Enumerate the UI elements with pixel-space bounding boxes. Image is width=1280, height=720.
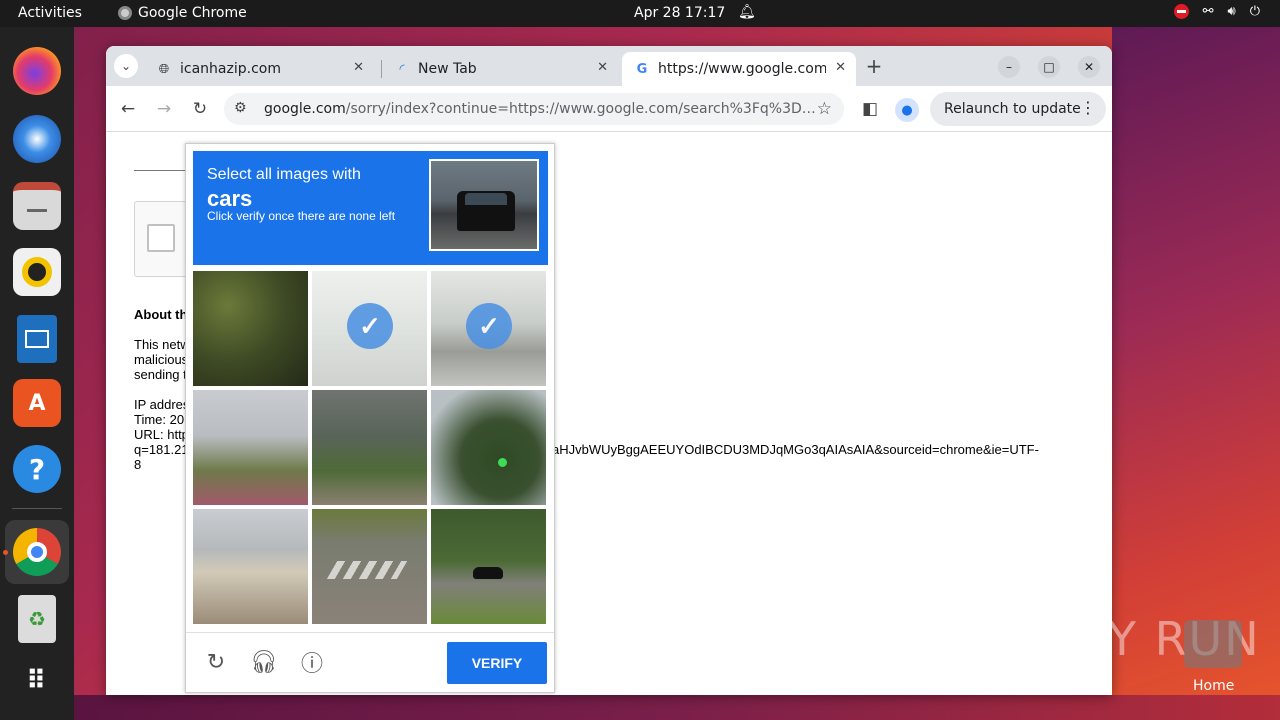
dock-separator bbox=[12, 508, 62, 509]
url-host: google.com bbox=[264, 101, 346, 117]
tile-1[interactable] bbox=[193, 271, 308, 386]
browser-toolbar: ← → ↻ ⚙ google.com /sorry/index?continue… bbox=[106, 86, 1112, 132]
app-grid-icon[interactable]: ⠿ bbox=[13, 657, 61, 705]
query-prefix: q=181.21 bbox=[134, 442, 189, 457]
activities-button[interactable]: Activities bbox=[18, 5, 82, 21]
close-window-button[interactable]: ✕ bbox=[1078, 56, 1100, 78]
tab-title: https://www.google.com bbox=[658, 61, 826, 77]
libreoffice-writer-icon[interactable] bbox=[17, 315, 57, 363]
tab-icanhazip[interactable]: 🌐︎ icanhazip.com ✕ bbox=[144, 52, 374, 86]
relaunch-button[interactable]: Relaunch to update ⋮ bbox=[930, 92, 1106, 126]
rhythmbox-icon[interactable] bbox=[13, 248, 61, 296]
maximize-button[interactable]: □ bbox=[1038, 56, 1060, 78]
tile-3[interactable]: ✓ bbox=[431, 271, 546, 386]
side-panel-icon[interactable]: ◧ bbox=[859, 98, 881, 120]
info-icon[interactable]: ⓘ bbox=[298, 648, 326, 676]
dock: A ? ♻ ⠿ bbox=[0, 27, 74, 720]
system-tray[interactable]: ⚯ 🔊︎ ⏻ bbox=[1173, 4, 1260, 19]
network-icon[interactable]: ⚯ bbox=[1203, 4, 1214, 19]
verify-button[interactable]: VERIFY bbox=[447, 642, 547, 684]
tile-2[interactable]: ✓ bbox=[312, 271, 427, 386]
tab-title: icanhazip.com bbox=[180, 61, 281, 77]
tab-strip: ⌄ 🌐︎ icanhazip.com ✕ ◜ New Tab ✕ G https… bbox=[106, 46, 1112, 86]
instruction-line: Select all images with bbox=[207, 166, 361, 183]
bell-icon[interactable]: 🔔︎ bbox=[738, 4, 756, 20]
tile-4[interactable] bbox=[193, 390, 308, 505]
app-menu[interactable]: Google Chrome bbox=[118, 5, 247, 21]
back-icon[interactable]: ← bbox=[117, 98, 139, 120]
about-heading: About th bbox=[134, 307, 188, 322]
chrome-small-icon bbox=[118, 6, 132, 20]
trash-icon[interactable]: ♻ bbox=[18, 595, 56, 643]
traffic-light bbox=[498, 458, 507, 467]
instruction-hint: Click verify once there are none left bbox=[207, 209, 396, 223]
more-menu-icon[interactable]: ⋮ bbox=[1080, 98, 1096, 117]
app-center-icon[interactable]: A bbox=[13, 379, 61, 427]
google-icon: G bbox=[636, 61, 648, 77]
minimize-button[interactable]: – bbox=[998, 56, 1020, 78]
chrome-icon[interactable] bbox=[13, 528, 61, 576]
volume-icon[interactable]: 🔊︎ bbox=[1228, 4, 1236, 19]
time-label: Time: 20 bbox=[134, 412, 185, 427]
close-tab-icon[interactable]: ✕ bbox=[835, 60, 846, 75]
firefox-icon[interactable] bbox=[13, 47, 61, 95]
files-icon[interactable] bbox=[13, 182, 61, 230]
clock[interactable]: Apr 28 17:17 bbox=[634, 5, 725, 21]
crosswalk bbox=[326, 561, 408, 579]
tile-8[interactable] bbox=[312, 509, 427, 624]
tile-9[interactable] bbox=[431, 509, 546, 624]
relaunch-label: Relaunch to update bbox=[944, 101, 1081, 117]
tile-5[interactable] bbox=[312, 390, 427, 505]
url-tail: aHJvbWUyBggAEEUYOdIBCDU3MDJqMGo3qAIAsAIA… bbox=[552, 442, 1039, 457]
reload-icon[interactable]: ↻ bbox=[189, 98, 211, 120]
running-indicator bbox=[3, 550, 8, 555]
power-icon[interactable]: ⏻ bbox=[1250, 4, 1260, 19]
wallpaper-lower bbox=[74, 695, 1280, 720]
car-window bbox=[465, 193, 507, 205]
forward-icon[interactable]: → bbox=[153, 98, 175, 120]
help-icon[interactable]: ? bbox=[13, 445, 61, 493]
home-folder-icon[interactable] bbox=[1184, 620, 1242, 668]
tab-title: New Tab bbox=[418, 61, 477, 77]
paragraph-line: This netw bbox=[134, 337, 190, 352]
selected-check-icon: ✓ bbox=[347, 303, 393, 349]
audio-challenge-icon[interactable]: 🎧︎ bbox=[250, 648, 278, 676]
tab-new-tab[interactable]: ◜ New Tab ✕ bbox=[382, 52, 618, 86]
reload-challenge-icon[interactable]: ↻ bbox=[202, 648, 230, 676]
tab-google[interactable]: G https://www.google.com ✕ bbox=[622, 52, 856, 86]
thunderbird-icon[interactable] bbox=[13, 115, 61, 163]
app-name-label: Google Chrome bbox=[138, 5, 247, 21]
selected-check-icon: ✓ bbox=[466, 303, 512, 349]
url-path: /sorry/index?continue=https://www.google… bbox=[345, 101, 816, 117]
new-tab-icon[interactable]: + bbox=[863, 54, 885, 78]
tile-7[interactable] bbox=[193, 509, 308, 624]
tab-search-icon[interactable]: ⌄ bbox=[114, 54, 138, 78]
url-label: URL: http bbox=[134, 427, 189, 442]
recaptcha-challenge: Select all images with cars Click verify… bbox=[185, 143, 555, 693]
do-not-disturb-icon[interactable] bbox=[1173, 4, 1189, 19]
tile-6[interactable] bbox=[431, 390, 546, 505]
challenge-header: Select all images with cars Click verify… bbox=[193, 151, 548, 265]
recaptcha-checkbox[interactable] bbox=[147, 224, 175, 252]
close-tab-icon[interactable]: ✕ bbox=[353, 60, 364, 75]
globe-icon: 🌐︎ bbox=[158, 61, 170, 77]
profile-icon[interactable]: ● bbox=[895, 98, 919, 122]
address-bar[interactable]: ⚙ google.com /sorry/index?continue=https… bbox=[224, 93, 844, 125]
car-shape bbox=[473, 567, 503, 579]
bookmark-star-icon[interactable]: ☆ bbox=[817, 99, 832, 119]
site-info-icon[interactable]: ⚙ bbox=[234, 100, 247, 116]
url-end: 8 bbox=[134, 457, 142, 472]
ip-label: IP addres bbox=[134, 397, 190, 412]
challenge-footer: ↻ 🎧︎ ⓘ VERIFY bbox=[186, 632, 554, 692]
paragraph-line: sending t bbox=[134, 367, 187, 382]
close-tab-icon[interactable]: ✕ bbox=[597, 60, 608, 75]
home-label: Home bbox=[1193, 678, 1235, 694]
paragraph-line: malicious bbox=[134, 352, 189, 367]
loading-icon: ◜ bbox=[399, 61, 405, 77]
top-bar: Activities Google Chrome Apr 28 17:17 🔔︎… bbox=[0, 0, 1280, 27]
example-car-image bbox=[429, 159, 539, 251]
